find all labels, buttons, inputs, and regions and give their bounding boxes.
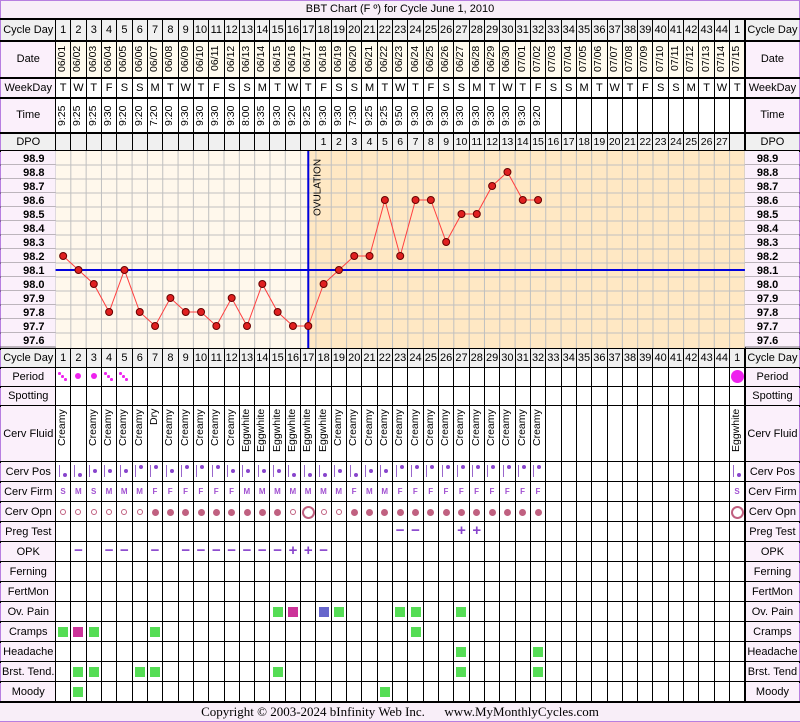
ytick-label-left: 98.4 [23, 223, 45, 235]
bbt-point-day-27 [457, 210, 466, 218]
ytick-label-left: 98.3 [23, 237, 44, 249]
ytick-label-right: 98.7 [757, 181, 778, 193]
bbt-point-day-8 [166, 294, 175, 302]
bbt-point-day-20 [350, 252, 359, 260]
temperature-chart: 98.9 98.9 98.8 98.8 98.7 98.7 98.6 98.6 98.5 98.5… [0, 151, 800, 348]
bbt-point-day-14 [258, 280, 267, 288]
ytick-label-left: 98.9 [23, 153, 44, 165]
copyright-text: Copyright © 2003-2024 bInfinity Web Inc. [201, 704, 425, 719]
ytick-label-left: 98.6 [23, 195, 44, 207]
bbt-point-day-5 [120, 266, 129, 274]
bbt-point-day-21 [365, 252, 374, 260]
ytick-label-left: 98.5 [23, 209, 44, 221]
ytick-label-right: 98.3 [757, 237, 778, 249]
ytick-label-right: 98.5 [757, 209, 778, 221]
ovulation-label: OVULATION [312, 159, 323, 216]
bbt-point-day-25 [426, 196, 435, 204]
ytick-label-right: 97.8 [757, 307, 778, 319]
ytick-label-left: 98.2 [23, 251, 44, 263]
site-link[interactable]: www.MyMonthlyCycles.com [444, 704, 598, 719]
bbt-point-day-3 [89, 280, 98, 288]
bbt-point-day-2 [74, 266, 83, 274]
bbt-point-day-1 [59, 252, 68, 260]
bbt-point-day-7 [151, 322, 160, 330]
bbt-point-day-30 [503, 168, 512, 176]
ytick-label-left: 97.6 [23, 335, 44, 347]
ytick-label-right: 98.4 [757, 223, 779, 235]
bbt-point-day-29 [488, 182, 497, 190]
ytick-label-left: 98.7 [23, 181, 44, 193]
bbt-point-day-12 [227, 294, 236, 302]
bbt-point-day-15 [273, 308, 282, 316]
ytick-label-left: 97.7 [23, 321, 44, 333]
bbt-point-day-31 [518, 196, 527, 204]
ytick-label-left: 98.8 [23, 167, 44, 179]
ytick-label-right: 98.1 [757, 265, 778, 277]
ytick-label-right: 98.0 [757, 279, 778, 291]
ytick-label-right: 98.2 [757, 251, 778, 263]
ytick-label-right: 98.9 [757, 153, 778, 165]
footer: Copyright © 2003-2024 bInfinity Web Inc.… [0, 703, 800, 721]
bbt-point-day-11 [212, 322, 221, 330]
ytick-label-left: 98.0 [23, 279, 44, 291]
bbt-point-day-22 [380, 196, 389, 204]
bbt-point-day-13 [243, 322, 251, 330]
bbt-point-day-4 [105, 308, 114, 316]
bbt-point-day-19 [334, 266, 343, 274]
ytick-label-right: 98.6 [757, 195, 778, 207]
ytick-label-right: 97.7 [757, 321, 778, 333]
bbt-point-day-17 [304, 322, 313, 330]
ytick-label-right: 97.9 [757, 293, 778, 305]
bbt-point-day-26 [442, 238, 451, 246]
ytick-label-left: 97.9 [23, 293, 44, 305]
bbt-point-day-23 [396, 252, 405, 260]
bbt-point-day-9 [181, 308, 190, 316]
bbt-point-day-10 [197, 308, 206, 316]
ytick-label-left: 98.1 [23, 265, 44, 277]
ytick-label-left: 97.8 [23, 307, 44, 319]
ytick-label-right: 97.6 [757, 335, 778, 347]
bbt-point-day-16 [288, 322, 297, 330]
bbt-point-day-24 [411, 196, 420, 204]
ytick-label-right: 98.8 [757, 167, 778, 179]
bbt-point-day-6 [135, 308, 144, 316]
bbt-point-day-18 [319, 280, 328, 288]
bbt-point-day-28 [472, 210, 481, 218]
bbt-point-day-32 [534, 196, 543, 204]
